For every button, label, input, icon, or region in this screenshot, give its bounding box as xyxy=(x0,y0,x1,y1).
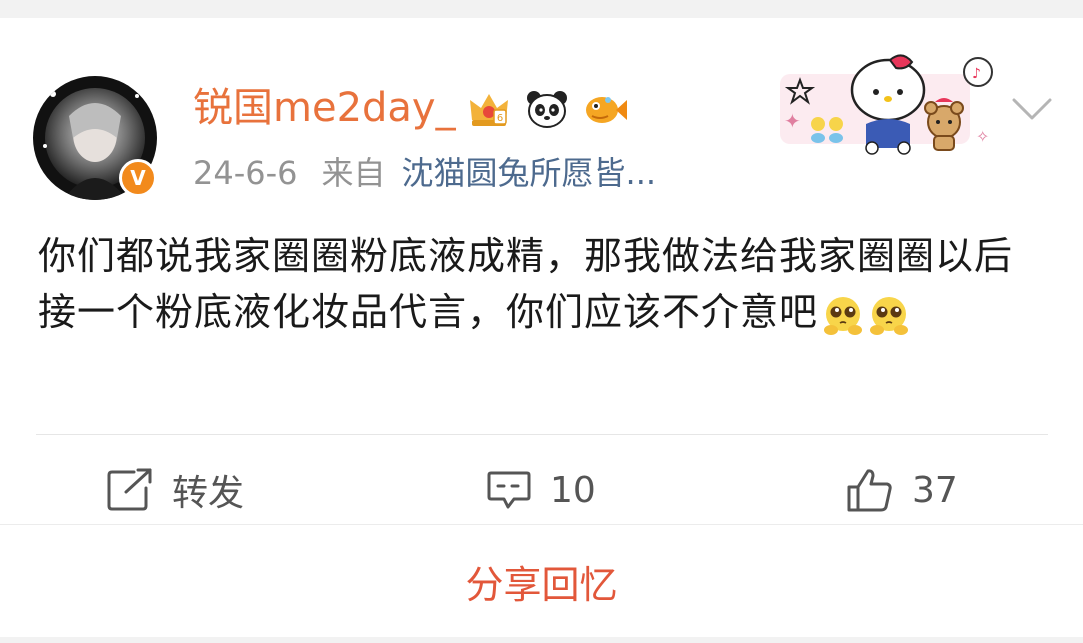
post-meta: 24-6-6 来自 沈猫圆兔所愿皆... xyxy=(193,150,656,196)
post-content: 你们都说我家圈圈粉底液成精，那我做法给我家圈圈以后接一个粉底液化妆品代言，你们应… xyxy=(38,228,1038,340)
from-label: 来自 xyxy=(321,154,386,192)
hello-kitty-decoration-icon: ✦ ♪ ✧ xyxy=(780,54,993,155)
user-badges: 6 xyxy=(466,86,628,132)
pleading-face-emoji-icon xyxy=(870,296,909,335)
svg-text:6: 6 xyxy=(497,113,503,124)
chevron-down-icon[interactable] xyxy=(1010,94,1054,124)
panda-badge-icon[interactable] xyxy=(524,86,570,132)
svg-text:✦: ✦ xyxy=(784,109,801,133)
svg-text:✧: ✧ xyxy=(976,127,989,146)
like-count: 37 xyxy=(912,469,958,511)
repost-icon xyxy=(107,468,152,511)
comment-icon xyxy=(487,471,531,509)
repost-label: 转发 xyxy=(172,473,245,514)
comment-button[interactable]: 10 xyxy=(486,462,596,518)
crown-badge-icon[interactable]: 6 xyxy=(466,86,512,132)
username[interactable]: 锐国me2day_ xyxy=(193,80,456,136)
thumbs-up-icon xyxy=(847,469,892,512)
svg-text:♪: ♪ xyxy=(972,66,981,82)
post-date: 24-6-6 xyxy=(193,154,298,192)
like-button[interactable]: 37 xyxy=(846,462,958,518)
emoji-group xyxy=(822,294,910,336)
pleading-face-emoji-icon xyxy=(824,296,863,335)
comment-count: 10 xyxy=(550,469,596,511)
post-card: V 锐国me2day_ 6 24-6-6 来自 沈猫圆兔所愿皆... ✦ ♪ ✧… xyxy=(0,18,1083,524)
source-link[interactable]: 沈猫圆兔所愿皆... xyxy=(402,154,657,192)
verified-badge-icon: V xyxy=(119,159,157,197)
repost-button[interactable]: 转发 xyxy=(106,462,244,518)
share-memory-button[interactable]: 分享回忆 xyxy=(0,524,1083,637)
share-memory-label: 分享回忆 xyxy=(465,562,618,607)
fish-badge-icon[interactable] xyxy=(582,86,628,132)
divider xyxy=(36,434,1048,435)
